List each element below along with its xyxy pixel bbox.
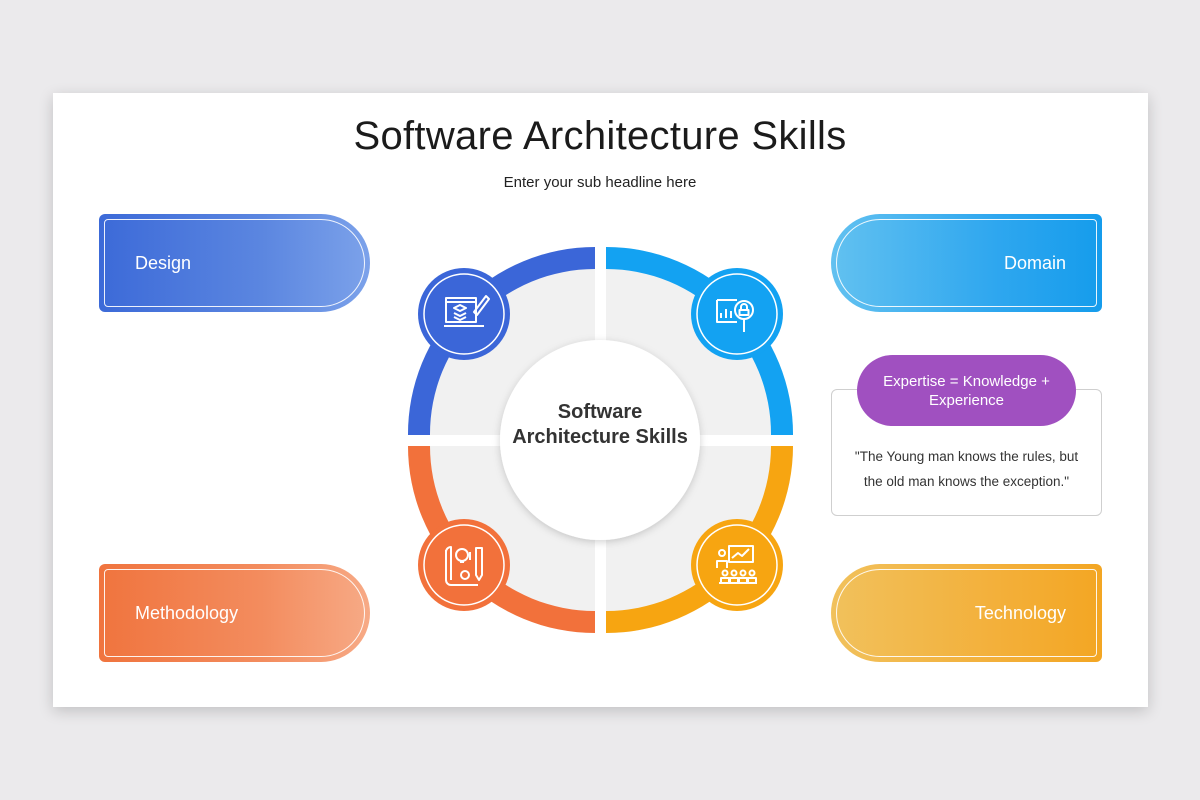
domain-icon-circle (691, 268, 783, 360)
design-icon-circle (418, 268, 510, 360)
technology-icon-circle (691, 519, 783, 611)
methodology-icon-circle (418, 519, 510, 611)
center-label: Software Architecture Skills (512, 401, 688, 448)
